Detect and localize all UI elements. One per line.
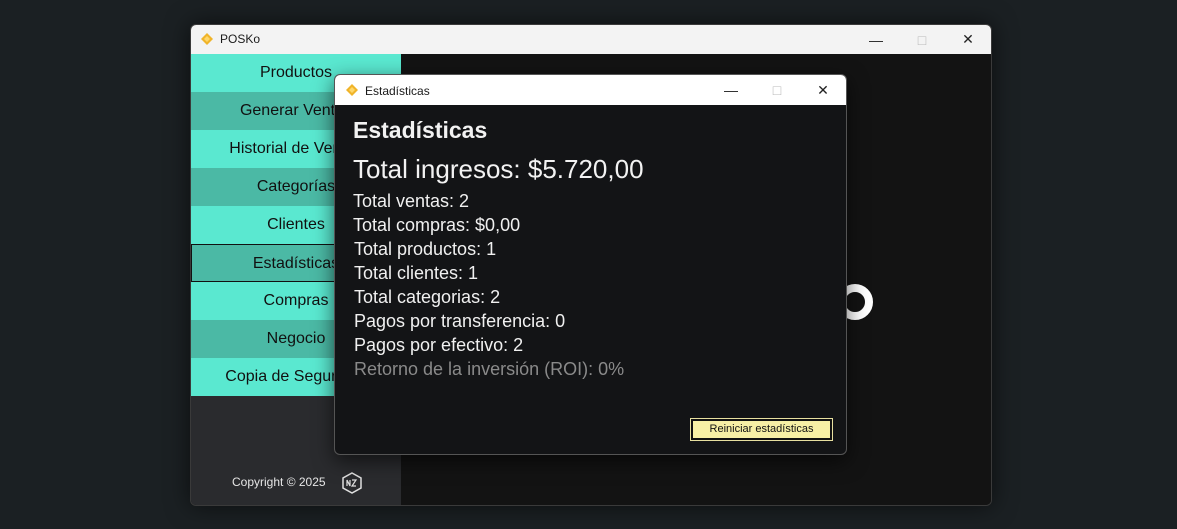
statistics-dialog: Estadísticas — □ ✕ Estadísticas Total in… [334, 74, 847, 455]
stat-total-productos: Total productos: 1 [354, 239, 497, 259]
dialog-maximize-button[interactable]: □ [754, 75, 800, 105]
stat-total-clientes: Total clientes: 1 [354, 263, 479, 283]
stat-total-compras: Total compras: $0,00 [353, 215, 521, 235]
stat-roi: Retorno de la inversión (ROI): 0% [354, 359, 625, 379]
maximize-icon: □ [772, 82, 782, 98]
window-title: POSKo [220, 32, 261, 46]
maximize-button[interactable]: □ [899, 25, 945, 54]
reset-statistics-button[interactable]: Reiniciar estadísticas [690, 418, 833, 441]
dialog-titlebar[interactable]: Estadísticas — □ ✕ [335, 75, 846, 105]
copyright-text: Copyright © 2025 [232, 475, 326, 489]
statistics-heading: Estadísticas [353, 117, 488, 143]
main-titlebar[interactable]: POSKo — □ ✕ [191, 25, 991, 54]
stat-total-categorias: Total categorias: 2 [354, 287, 501, 307]
minimize-button[interactable]: — [853, 25, 899, 54]
stat-pagos-efectivo: Pagos por efectivo: 2 [354, 335, 524, 355]
minimize-icon: — [869, 31, 883, 48]
stat-pagos-transferencia: Pagos por transferencia: 0 [354, 311, 566, 331]
dialog-minimize-button[interactable]: — [708, 75, 754, 105]
close-icon: ✕ [817, 81, 829, 98]
close-icon: ✕ [962, 31, 974, 47]
close-button[interactable]: ✕ [945, 25, 991, 54]
dialog-title: Estadísticas [365, 84, 430, 98]
maximize-icon: □ [917, 31, 927, 48]
app-logo-icon [346, 84, 358, 96]
total-income: Total ingresos: $5.720,00 [353, 154, 644, 184]
stat-total-ventas: Total ventas: 2 [353, 191, 470, 211]
nss-logo-icon [342, 472, 362, 494]
dialog-close-button[interactable]: ✕ [800, 75, 846, 105]
app-logo-icon [201, 33, 213, 45]
minimize-icon: — [724, 82, 738, 98]
